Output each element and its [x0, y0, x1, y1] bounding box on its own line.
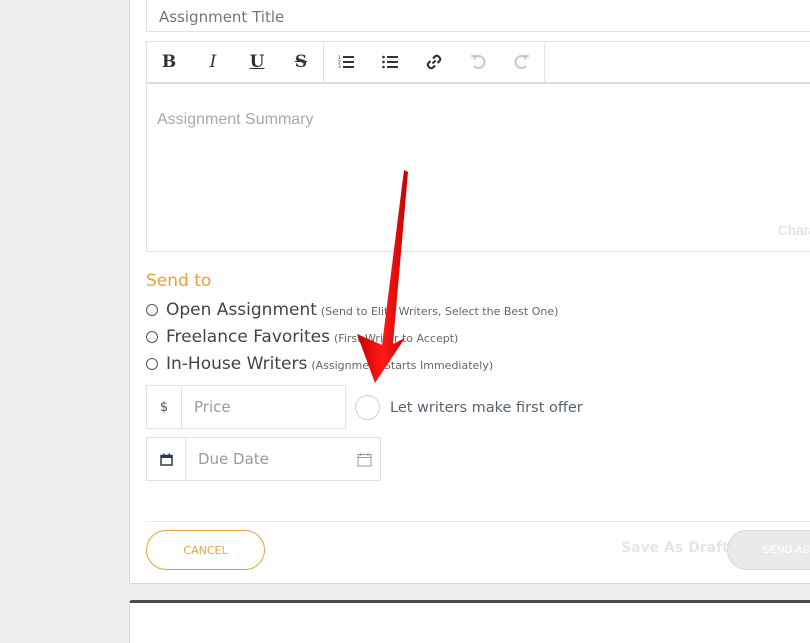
- bold-icon: B: [161, 52, 177, 72]
- due-date-field: [146, 437, 381, 481]
- format-group: B I U S: [147, 42, 324, 82]
- character-counter: Chara: [778, 222, 810, 238]
- assignment-summary-editor[interactable]: Assignment Summary Chara: [146, 84, 810, 252]
- redo-button[interactable]: [500, 42, 544, 82]
- dollar-addon: $: [147, 386, 182, 428]
- link-button[interactable]: [412, 42, 456, 82]
- calendar-addon: [147, 438, 186, 480]
- send-assignment-button[interactable]: SEND ASSIGNMENT: [727, 530, 810, 570]
- undo-button[interactable]: [456, 42, 500, 82]
- summary-placeholder: Assignment Summary: [157, 111, 314, 128]
- ordered-list-icon: 1 2 3: [338, 55, 354, 69]
- cancel-button[interactable]: CANCEL: [146, 530, 265, 570]
- bold-button[interactable]: B: [147, 42, 191, 82]
- radio-in-house-writers[interactable]: In-House Writers (Assignment Starts Imme…: [146, 354, 493, 374]
- radio-label: In-House Writers: [166, 354, 308, 374]
- first-offer-toggle[interactable]: Let writers make first offer: [355, 395, 583, 420]
- first-offer-label: Let writers make first offer: [390, 399, 583, 416]
- date-picker-button[interactable]: [357, 452, 372, 467]
- actions-divider: [146, 521, 810, 522]
- redo-icon: [514, 55, 529, 69]
- bullet-list-button[interactable]: [368, 42, 412, 82]
- radio-circle[interactable]: [146, 358, 158, 370]
- save-as-draft-button[interactable]: Save As Draft: [621, 540, 729, 556]
- assignment-title-input[interactable]: [146, 0, 810, 32]
- strikethrough-button[interactable]: S: [279, 42, 323, 82]
- bullet-list-icon: [382, 55, 398, 69]
- radio-note: (Assignment Starts Immediately): [311, 359, 494, 372]
- undo-icon: [471, 55, 486, 69]
- radio-note: (First Writer to Accept): [334, 332, 459, 345]
- radio-label: Freelance Favorites: [166, 327, 330, 347]
- strikethrough-icon: S: [294, 52, 308, 72]
- radio-label: Open Assignment: [166, 300, 317, 320]
- italic-icon: I: [209, 52, 217, 72]
- radio-circle[interactable]: [146, 304, 158, 316]
- link-icon: [426, 54, 442, 70]
- calendar-picker-icon: [357, 452, 372, 466]
- radio-open-assignment[interactable]: Open Assignment (Send to Elite Writers, …: [146, 300, 558, 320]
- radio-freelance-favorites[interactable]: Freelance Favorites (First Writer to Acc…: [146, 327, 458, 347]
- list-group: 1 2 3: [324, 42, 545, 82]
- send-to-label: Send to: [146, 271, 212, 291]
- radio-note: (Send to Elite Writers, Select the Best …: [320, 305, 559, 318]
- ordered-list-button[interactable]: 1 2 3: [324, 42, 368, 82]
- first-offer-checkbox[interactable]: [355, 395, 380, 420]
- radio-circle[interactable]: [146, 331, 158, 343]
- calendar-icon: [159, 453, 173, 466]
- italic-button[interactable]: I: [191, 42, 235, 82]
- underline-button[interactable]: U: [235, 42, 279, 82]
- price-field: $: [146, 385, 346, 429]
- svg-text:3: 3: [338, 64, 341, 69]
- next-section-card: [129, 600, 810, 643]
- editor-toolbar: B I U S 1 2 3: [146, 41, 810, 85]
- underline-icon: U: [249, 52, 265, 72]
- due-date-input[interactable]: [186, 449, 350, 469]
- price-input[interactable]: [182, 386, 326, 428]
